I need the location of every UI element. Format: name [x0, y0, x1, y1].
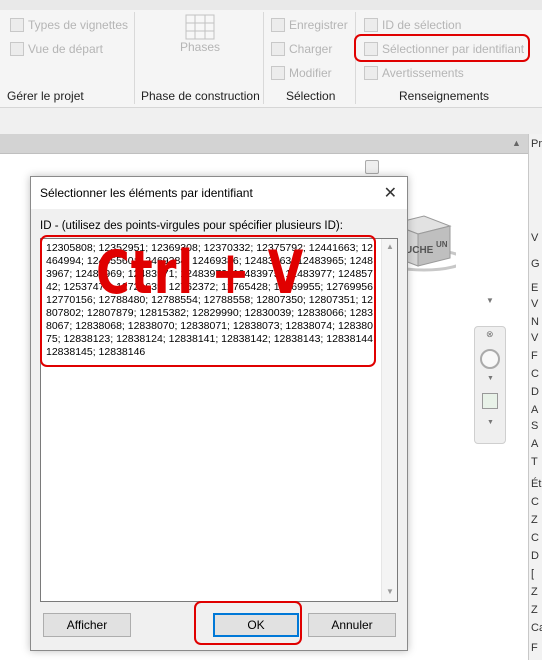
cancel-button[interactable]: Annuler — [308, 613, 396, 637]
scroll-down-icon[interactable]: ▼ — [386, 587, 394, 596]
ids-of-selection-icon — [364, 18, 378, 32]
chevron-down-icon[interactable]: ▼ — [487, 419, 494, 426]
toolbar-strip — [0, 108, 542, 134]
panel-title-phasing: Phase de construction — [141, 89, 260, 103]
properties-row-label: Z — [531, 586, 538, 598]
ids-of-selection-button[interactable]: ID de sélection — [364, 18, 461, 32]
panel-title-manage-project: Gérer le projet — [7, 89, 84, 103]
scroll-up-icon[interactable]: ▲ — [386, 242, 394, 251]
properties-row-label: F — [531, 642, 538, 654]
show-button[interactable]: Afficher — [43, 613, 131, 637]
properties-row-label: G — [531, 258, 540, 270]
warnings-icon — [364, 66, 378, 80]
properties-row-label: C — [531, 532, 539, 544]
edit-selection-icon — [271, 66, 285, 80]
properties-row-label: [ — [531, 568, 535, 580]
load-selection-label: Charger — [289, 42, 333, 56]
properties-row-label: Ét — [531, 478, 542, 490]
panel-title-inquiry: Renseignements — [399, 89, 490, 103]
save-selection-icon — [271, 18, 285, 32]
edit-selection-button[interactable]: Modifier — [271, 66, 332, 80]
view-cube-face-label-2: UN — [436, 240, 448, 249]
panel-title-selection: Sélection — [286, 89, 336, 103]
textarea-scrollbar[interactable]: ▲ ▼ — [381, 239, 397, 601]
close-icon[interactable]: ⊗ — [486, 329, 494, 340]
phases-icon — [185, 14, 215, 40]
properties-row-label: Z — [531, 604, 538, 616]
warnings-label: Avertissements — [382, 66, 464, 80]
id-field-label: ID - (utilisez des points-virgules pour … — [40, 220, 343, 232]
properties-row-label: E — [531, 282, 539, 294]
properties-row-label: S — [531, 420, 539, 432]
select-by-id-button[interactable]: Sélectionner par identifiant — [364, 42, 524, 56]
properties-row-label: A — [531, 438, 539, 450]
properties-row-label: Ca — [531, 622, 542, 634]
properties-row-label: D — [531, 386, 539, 398]
ctrl-v-annotation: Ctrl + V — [96, 237, 305, 308]
view-scroll-arrow-icon[interactable]: ▲ — [512, 138, 521, 148]
starting-view-icon — [10, 42, 24, 56]
edit-selection-label: Modifier — [289, 66, 332, 80]
save-selection-button[interactable]: Enregistrer — [271, 18, 348, 32]
house-icon[interactable] — [365, 160, 379, 174]
dialog-title: Sélectionner les éléments par identifian… — [40, 186, 253, 200]
chevron-down-icon[interactable]: ▼ — [487, 375, 494, 382]
properties-row-label: N — [531, 316, 539, 328]
properties-row-label: V — [531, 232, 539, 244]
properties-row-label: Z — [531, 514, 538, 526]
panel-separator — [355, 12, 356, 104]
load-selection-icon — [271, 42, 285, 56]
phases-label: Phases — [179, 40, 221, 54]
properties-row-label: A — [531, 404, 539, 416]
tile-types-icon — [10, 18, 24, 32]
ribbon-tab-strip — [0, 0, 542, 10]
view-cube-menu-icon[interactable]: ▼ — [486, 296, 494, 305]
view-tab-bar — [0, 134, 528, 154]
starting-view-label: Vue de départ — [28, 42, 103, 56]
view-cube-face-label: UCHE — [405, 245, 434, 256]
properties-header: Pr — [531, 138, 542, 150]
properties-row-label: C — [531, 368, 539, 380]
panel-separator — [263, 12, 264, 104]
steering-wheel-icon[interactable] — [480, 349, 500, 369]
properties-row-label: D — [531, 550, 539, 562]
properties-row-label: V — [531, 332, 539, 344]
navigation-bar: ⊗ ▼ ▼ — [474, 326, 506, 444]
select-by-id-label: Sélectionner par identifiant — [382, 42, 525, 56]
tile-types-label: Types de vignettes — [28, 18, 129, 32]
properties-row-label: T — [531, 456, 538, 468]
starting-view-button[interactable]: Vue de départ — [10, 42, 103, 56]
phases-button[interactable]: Phases — [168, 14, 232, 66]
load-selection-button[interactable]: Charger — [271, 42, 332, 56]
save-selection-label: Enregistrer — [289, 18, 348, 32]
select-by-id-icon — [364, 42, 378, 56]
tile-types-button[interactable]: Types de vignettes — [10, 18, 128, 32]
ok-button[interactable]: OK — [213, 613, 299, 637]
warnings-button[interactable]: Avertissements — [364, 66, 464, 80]
dialog-titlebar: Sélectionner les éléments par identifian… — [31, 177, 407, 209]
ids-of-selection-label: ID de sélection — [382, 18, 462, 32]
properties-row-label: V — [531, 298, 539, 310]
properties-row-label: F — [531, 350, 538, 362]
close-icon[interactable]: ✕ — [384, 183, 397, 203]
panel-separator — [134, 12, 135, 104]
properties-row-label: C — [531, 496, 539, 508]
zoom-icon[interactable] — [482, 393, 498, 409]
